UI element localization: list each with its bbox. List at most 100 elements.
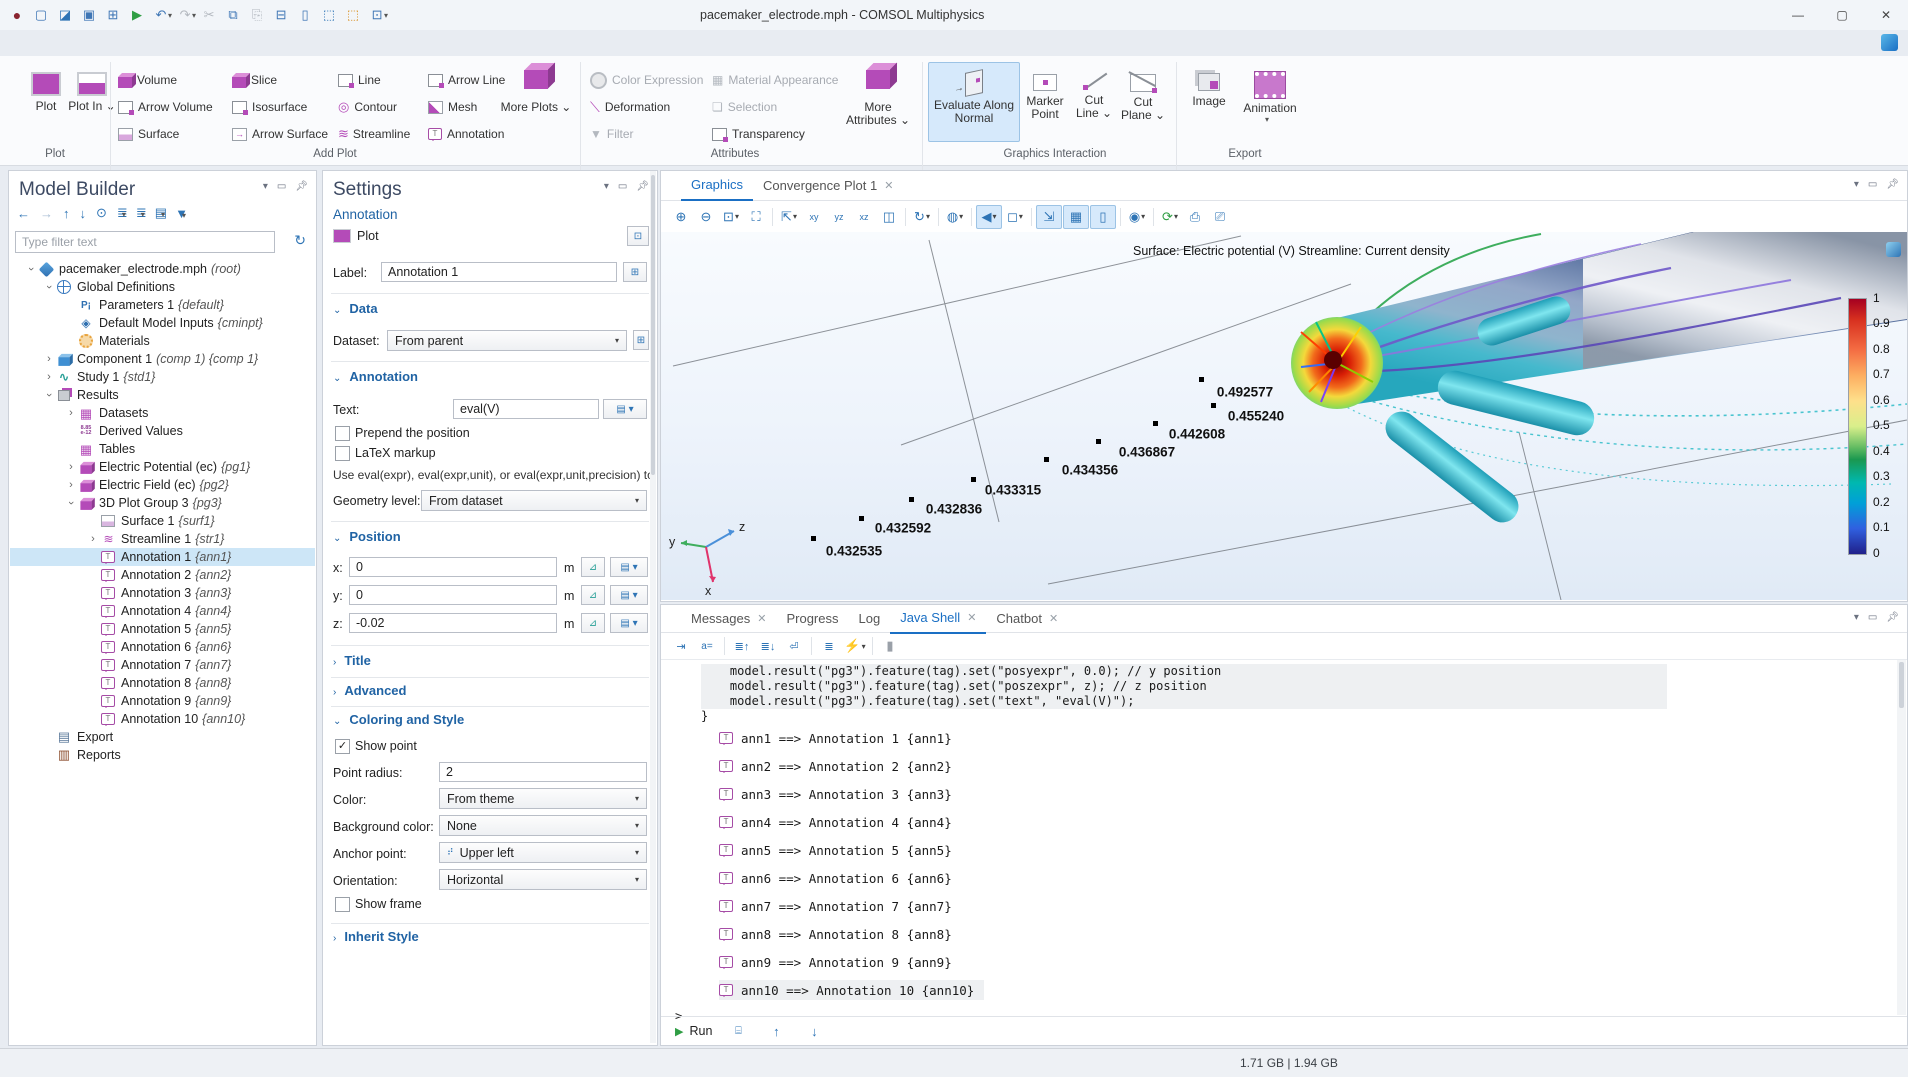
label-input[interactable]: Annotation 1 <box>381 262 617 282</box>
open-icon[interactable]: ◪ <box>54 4 76 26</box>
tree-item-annotation-10[interactable]: ›TAnnotation 10{ann10} <box>10 710 315 728</box>
collapse-all-icon[interactable]: ≣▾ <box>117 205 126 221</box>
mesh-button[interactable]: Mesh <box>428 95 477 119</box>
color-expression-button[interactable]: Color Expression <box>590 68 703 92</box>
panel-menu-icon[interactable]: ▾ <box>604 181 609 192</box>
command-input-icon[interactable]: ⌸ <box>726 1020 750 1042</box>
line-button[interactable]: Line <box>338 68 381 92</box>
marker-point-button[interactable]: Marker Point <box>1020 62 1070 144</box>
background-color-select[interactable]: None▾ <box>439 815 647 836</box>
annotation-button[interactable]: TAnnotation <box>428 122 504 146</box>
tab-convergence-plot[interactable]: Convergence Plot 1✕ <box>753 171 903 200</box>
select-box-icon[interactable]: ⬚ <box>318 4 340 26</box>
stop-icon[interactable]: ▮ <box>878 635 902 657</box>
history-icon[interactable]: ≣ <box>817 635 841 657</box>
show-frame-checkbox[interactable] <box>335 897 350 912</box>
float-panel-icon[interactable]: ▭ <box>1868 612 1877 623</box>
save-as-icon[interactable]: ⊞ <box>102 4 124 26</box>
isosurface-button[interactable]: Isosurface <box>232 95 307 119</box>
dataset-select[interactable]: From parent▾ <box>387 330 627 351</box>
move-down-icon[interactable]: ↓ <box>80 206 87 221</box>
panel-menu-icon[interactable]: ▾ <box>263 181 268 192</box>
plot-in-button[interactable]: Plot In ⌄ <box>58 62 126 144</box>
x-unit-icon[interactable]: ▤ ▾ <box>610 557 648 577</box>
cut-plane-button[interactable]: Cut Plane ⌄ <box>1118 62 1168 144</box>
zoom-in-icon[interactable]: ⊕ <box>669 206 693 228</box>
scene-light-icon[interactable]: ◍▾ <box>943 206 967 228</box>
animation-dropdown-icon[interactable]: ▾ <box>1265 115 1269 124</box>
panel-menu-icon[interactable]: ▾ <box>1854 179 1859 190</box>
color-select[interactable]: From theme▾ <box>439 788 647 809</box>
float-panel-icon[interactable]: ▭ <box>618 181 627 192</box>
tree-item-annotation-4[interactable]: ›TAnnotation 4{ann4} <box>10 602 315 620</box>
close-tab-icon[interactable]: ✕ <box>1049 612 1058 625</box>
tree-item-root[interactable]: ›pacemaker_electrode.mph(root) <box>10 260 315 278</box>
update-plot-icon[interactable]: ⟳▾ <box>1158 206 1182 228</box>
y-unit-icon[interactable]: ▤ ▾ <box>610 585 648 605</box>
text-input[interactable]: eval(V) <box>453 399 599 419</box>
arrow-volume-button[interactable]: Arrow Volume <box>118 95 213 119</box>
deformation-button[interactable]: ⟍Deformation <box>590 95 670 119</box>
y-input[interactable]: 0 <box>349 585 557 605</box>
tree-item-derived-values[interactable]: ›8.85e-12Derived Values <box>10 422 315 440</box>
tree-item-annotation-2[interactable]: ›TAnnotation 2{ann2} <box>10 566 315 584</box>
tree-item-3d-plot-group-3[interactable]: ›3D Plot Group 3{pg3} <box>10 494 315 512</box>
tree-item-electric-potential[interactable]: ›Electric Potential (ec){pg1} <box>10 458 315 476</box>
evaluate-along-normal-button[interactable]: → Evaluate Along Normal <box>928 62 1020 142</box>
forward-icon[interactable]: → <box>40 206 53 221</box>
perspective-icon[interactable]: ◫ <box>877 206 901 228</box>
x-range-icon[interactable]: ⊿ <box>581 557 605 577</box>
shell-output-area[interactable]: model.result("pg3").feature(tag).set("po… <box>661 660 1907 1015</box>
pin-panel-icon[interactable]: 📌︎ <box>636 181 649 192</box>
minimize-button[interactable]: — <box>1776 0 1820 30</box>
zoom-box-icon[interactable]: ⊡▾ <box>719 206 743 228</box>
tree-item-surface-1[interactable]: ›Surface 1{surf1} <box>10 512 315 530</box>
pin-panel-icon[interactable]: 📌︎ <box>1886 612 1899 623</box>
close-button[interactable]: ✕ <box>1864 0 1908 30</box>
cut-line-button[interactable]: Cut Line ⌄ <box>1072 62 1116 144</box>
tree-item-results[interactable]: ›Results <box>10 386 315 404</box>
orientation-select[interactable]: Horizontal▾ <box>439 869 647 890</box>
tree-filter-input[interactable]: Type filter text <box>15 231 275 253</box>
animation-button[interactable]: Animation ▾ <box>1238 62 1302 144</box>
view-xz-icon[interactable]: xz <box>852 206 876 228</box>
contour-button[interactable]: ◎Contour <box>338 95 397 119</box>
evaluate-direction-icon[interactable]: ◀▾ <box>976 205 1002 229</box>
more-attributes-button[interactable]: More Attributes ⌄ <box>838 62 918 144</box>
wrap-lines-icon[interactable]: ⏎ <box>782 635 806 657</box>
streamline-button[interactable]: ≋Streamline <box>338 122 410 146</box>
volume-button[interactable]: Volume <box>118 68 177 92</box>
section-title[interactable]: ›Title <box>333 653 371 668</box>
toolbar-overflow-icon[interactable]: ▾ <box>384 11 388 20</box>
plot-canvas[interactable]: Surface: Electric potential (V) Streamli… <box>661 232 1907 600</box>
more-plots-button[interactable]: More Plots ⌄ <box>498 62 574 144</box>
section-data[interactable]: ⌄Data <box>333 301 378 316</box>
show-icon[interactable]: ⊙ <box>96 205 107 221</box>
zoom-out-icon[interactable]: ⊖ <box>694 206 718 228</box>
next-command-icon[interactable]: ↓ <box>802 1020 826 1042</box>
image-button[interactable]: Image <box>1184 62 1234 144</box>
show-legend-icon[interactable]: ▯ <box>1090 205 1116 229</box>
previous-command-icon[interactable]: ↑ <box>764 1020 788 1042</box>
tree-item-annotation-3[interactable]: ›TAnnotation 3{ann3} <box>10 584 315 602</box>
tab-graphics[interactable]: Graphics <box>681 170 753 201</box>
section-advanced[interactable]: ›Advanced <box>333 683 406 698</box>
settings-plot-button[interactable]: Plot <box>333 229 379 243</box>
copy-icon[interactable]: ⧉ <box>222 4 244 26</box>
transparency-button[interactable]: Transparency <box>712 122 805 146</box>
pin-panel-icon[interactable]: 📌︎ <box>295 181 308 192</box>
plot-options-icon[interactable]: ⊡ <box>627 226 649 246</box>
arrow-line-button[interactable]: Arrow Line <box>428 68 505 92</box>
tree-item-study-1[interactable]: ›∿Study 1{std1} <box>10 368 315 386</box>
move-up-icon[interactable]: ↑ <box>63 206 70 221</box>
show-axes-icon[interactable]: ⇲ <box>1036 205 1062 229</box>
latex-checkbox[interactable] <box>335 446 350 461</box>
z-unit-icon[interactable]: ▤ ▾ <box>610 613 648 633</box>
run-icon[interactable]: ▶ <box>126 4 148 26</box>
tree-item-annotation-7[interactable]: ›TAnnotation 7{ann7} <box>10 656 315 674</box>
tree-item-annotation-9[interactable]: ›TAnnotation 9{ann9} <box>10 692 315 710</box>
print-icon[interactable]: ⎚ <box>1208 206 1232 228</box>
slice-button[interactable]: Slice <box>232 68 277 92</box>
x-input[interactable]: 0 <box>349 557 557 577</box>
rotate-icon[interactable]: ↻▾ <box>910 206 934 228</box>
